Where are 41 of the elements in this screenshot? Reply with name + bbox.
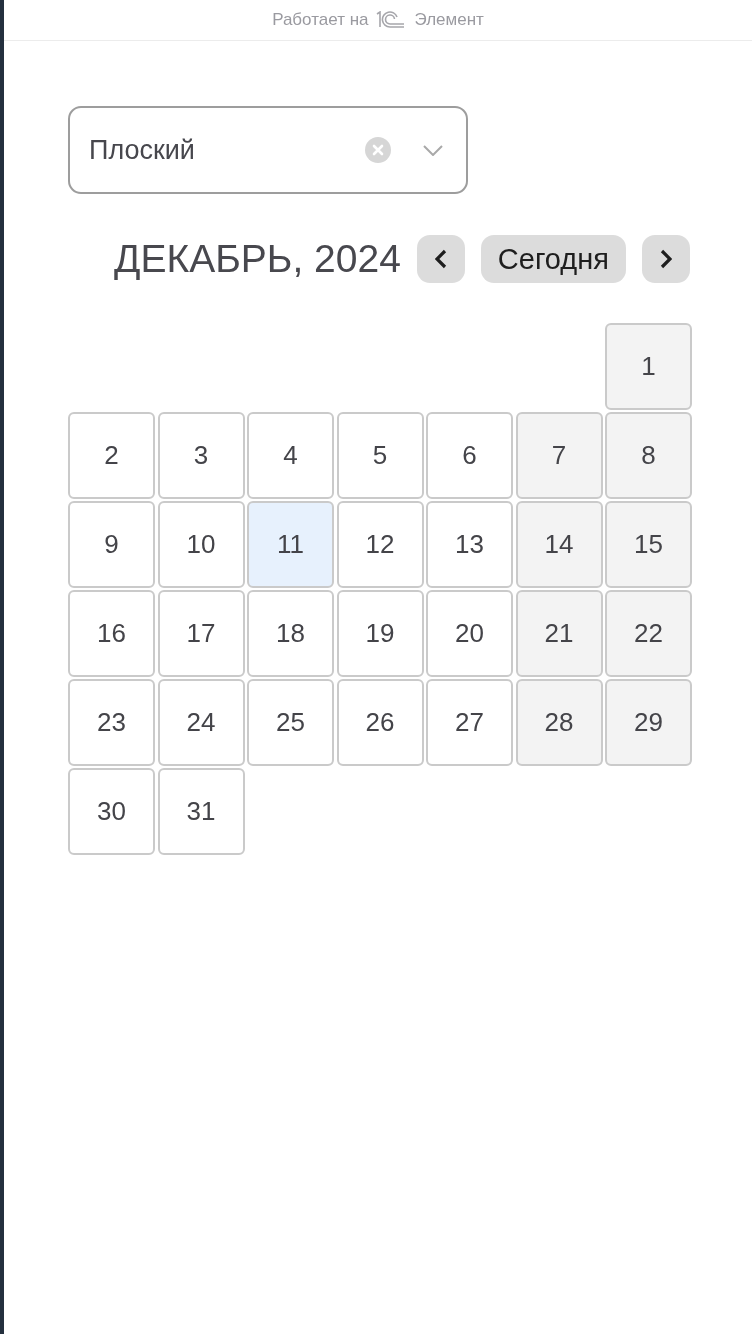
calendar-day[interactable]: 4 [247,412,334,499]
product-name: Элемент [414,10,484,30]
calendar-day[interactable]: 12 [336,501,424,588]
calendar-day[interactable]: 5 [336,412,424,499]
calendar-day[interactable]: 9 [68,501,155,588]
today-button[interactable]: Сегодня [480,235,626,283]
next-month-button[interactable] [642,235,690,283]
calendar-day[interactable]: 30 [68,768,155,855]
calendar-day[interactable]: 2 [68,412,155,499]
calendar-day[interactable]: 23 [68,679,155,766]
calendar-day[interactable]: 15 [605,501,692,588]
calendar-day[interactable]: 17 [157,590,245,677]
calendar-day[interactable]: 3 [157,412,245,499]
previous-month-button[interactable] [416,235,465,283]
calendar-day[interactable]: 6 [426,412,513,499]
calendar-day[interactable]: 8 [605,412,692,499]
calendar-day[interactable]: 28 [515,679,603,766]
calendar-day[interactable]: 19 [336,590,424,677]
calendar-day[interactable]: 29 [605,679,692,766]
calendar-day[interactable]: 25 [247,679,334,766]
select-value: Плоский [89,134,196,166]
calendar-day[interactable]: 16 [68,590,155,677]
chevron-right-icon [660,249,672,269]
powered-by-text: Работает на [272,10,369,30]
logo-icon [376,11,407,29]
calendar-day[interactable]: 1 [605,323,692,410]
calendar-day[interactable]: 18 [247,590,334,677]
calendar-day[interactable]: 31 [157,768,245,855]
calendar-day[interactable]: 10 [157,501,245,588]
calendar-day[interactable]: 14 [515,501,603,588]
calendar-day[interactable]: 13 [426,501,513,588]
chevron-left-icon [434,249,447,269]
calendar-day[interactable]: 20 [426,590,513,677]
calendar-day[interactable]: 24 [157,679,245,766]
calendar-day[interactable]: 26 [336,679,424,766]
calendar-day[interactable]: 21 [515,590,603,677]
calendar-day[interactable]: 7 [515,412,603,499]
calendar-day[interactable]: 22 [605,590,692,677]
month-title: ДЕКАБРЬ, 2024 [114,237,401,281]
calendar-day[interactable]: 11 [247,501,334,588]
calendar-day[interactable]: 27 [426,679,513,766]
